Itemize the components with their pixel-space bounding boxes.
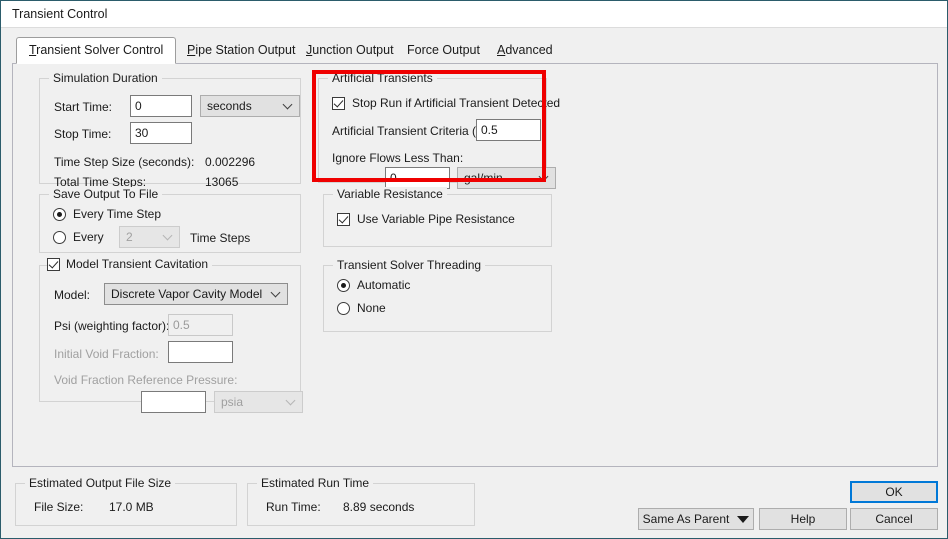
dropdown-arrow-icon: [737, 515, 750, 523]
radio-icon: [337, 301, 350, 315]
tab-transient-solver-control[interactable]: Transient Solver Control: [16, 37, 177, 64]
start-time-input[interactable]: 0: [130, 95, 192, 117]
button-label: Same As Parent: [642, 512, 730, 526]
group-legend: Variable Resistance: [333, 187, 447, 201]
radio-every-time-step[interactable]: Every Time Step: [53, 207, 161, 221]
group-variable-resistance: Variable Resistance Use Variable Pipe Re…: [323, 187, 552, 247]
model-label: Model:: [54, 288, 91, 302]
group-model-transient-cavitation: Model Transient Cavitation Model: Discre…: [39, 257, 303, 413]
ignore-flows-units-combo[interactable]: gal/min: [457, 167, 556, 189]
radio-label: Every Time Step: [73, 207, 162, 221]
group-transient-solver-threading: Transient Solver Threading Automatic Non…: [323, 258, 552, 332]
group-legend: Estimated Output File Size: [25, 476, 176, 490]
time-step-size-value: 0.002296: [205, 155, 256, 169]
combo-value: seconds: [207, 99, 252, 113]
run-time-label: Run Time:: [266, 500, 321, 514]
void-fraction-ref-pressure-input[interactable]: [141, 391, 206, 413]
button-label: Help: [790, 512, 816, 526]
chevron-down-icon: [287, 397, 295, 405]
start-time-label: Start Time:: [54, 100, 113, 114]
time-step-size-label: Time Step Size (seconds):: [54, 155, 195, 169]
checkbox-use-variable-pipe-resistance[interactable]: Use Variable Pipe Resistance: [337, 212, 515, 226]
chevron-down-icon: [284, 101, 292, 109]
void-fraction-ref-pressure-units-combo[interactable]: psia: [214, 391, 303, 413]
ignore-flows-less-than-label: Ignore Flows Less Than:: [332, 151, 464, 165]
stop-time-label: Stop Time:: [54, 127, 112, 141]
combo-value: gal/min: [464, 171, 503, 185]
radio-label: Automatic: [357, 278, 411, 292]
tab-force-output[interactable]: Force Output: [395, 38, 492, 64]
group-legend: Save Output To File: [49, 187, 163, 201]
group-legend-label: Model Transient Cavitation: [66, 257, 209, 271]
checkbox-stop-run-if-artificial-transient-detected[interactable]: Stop Run if Artificial Transient Detecte…: [332, 96, 560, 110]
run-time-value: 8.89 seconds: [343, 500, 415, 514]
checkbox-icon: [337, 212, 350, 226]
tab-label: ransient Solver Control: [36, 43, 164, 57]
chevron-down-icon: [164, 232, 172, 240]
radio-icon: [53, 230, 66, 244]
group-legend: Transient Solver Threading: [333, 258, 486, 272]
radio-threading-none[interactable]: None: [337, 301, 386, 315]
psi-label: Psi (weighting factor):: [54, 319, 170, 333]
chevron-down-icon: [540, 173, 548, 181]
group-estimated-run-time: Estimated Run Time Run Time: 8.89 second…: [247, 476, 475, 526]
tab-label: unction Output: [312, 43, 394, 57]
tab-advanced[interactable]: Advanced: [485, 38, 565, 64]
initial-void-fraction-label: Initial Void Fraction:: [54, 347, 159, 361]
every-n-combo[interactable]: 2: [119, 226, 180, 248]
artificial-transient-criteria-label: Artificial Transient Criteria (%):: [332, 124, 495, 138]
file-size-label: File Size:: [34, 500, 84, 514]
radio-threading-automatic[interactable]: Automatic: [337, 278, 410, 292]
radio-every-n[interactable]: Every: [53, 230, 104, 244]
group-legend: Simulation Duration: [49, 71, 162, 85]
help-button[interactable]: Help: [759, 508, 847, 530]
group-legend-cavitation[interactable]: Model Transient Cavitation: [47, 257, 213, 271]
tab-label: Force Output: [407, 43, 480, 57]
tab-junction-output[interactable]: Junction Output: [294, 38, 406, 64]
group-save-output-to-file: Save Output To File Every Time Step Ever…: [39, 187, 301, 253]
combo-value: 2: [126, 230, 133, 244]
transient-control-dialog: Transient Control Transient Solver Contr…: [0, 0, 948, 539]
group-estimated-output-file-size: Estimated Output File Size File Size: 17…: [15, 476, 237, 526]
initial-void-fraction-input[interactable]: [168, 341, 233, 363]
time-steps-label: Time Steps: [190, 231, 251, 245]
checkbox-label: Use Variable Pipe Resistance: [357, 212, 515, 226]
psi-input[interactable]: 0.5: [168, 314, 233, 336]
ok-button[interactable]: OK: [850, 481, 938, 503]
group-legend: Estimated Run Time: [257, 476, 374, 490]
stop-time-input[interactable]: 30: [130, 122, 192, 144]
checkbox-icon: [332, 96, 345, 110]
void-fraction-ref-pressure-label: Void Fraction Reference Pressure:: [54, 373, 238, 387]
radio-icon: [53, 207, 66, 221]
chevron-down-icon: [272, 289, 280, 297]
total-time-steps-value: 13065: [205, 175, 239, 189]
radio-label: None: [357, 301, 386, 315]
checkbox-icon: [47, 257, 60, 271]
tab-page-transient-solver-control: Simulation Duration Start Time: 0 second…: [12, 63, 938, 467]
title-bar: Transient Control: [1, 0, 947, 28]
radio-label: Every: [73, 230, 104, 244]
checkbox-label: Stop Run if Artificial Transient Detecte…: [352, 96, 561, 110]
tab-pipe-station-output[interactable]: Pipe Station Output: [175, 38, 307, 64]
cancel-button[interactable]: Cancel: [850, 508, 938, 530]
tab-label: dvanced: [505, 43, 553, 57]
tab-strip: Transient Solver Control Pipe Station Ou…: [12, 37, 938, 64]
button-label: Cancel: [875, 512, 913, 526]
ignore-flows-input[interactable]: 0: [385, 167, 450, 189]
button-label: OK: [885, 485, 903, 499]
group-simulation-duration: Simulation Duration Start Time: 0 second…: [39, 71, 301, 189]
tab-label: ipe Station Output: [195, 43, 296, 57]
combo-value: psia: [221, 395, 244, 409]
group-artificial-transients: Artificial Transients Stop Run if Artifi…: [318, 71, 560, 189]
window-title: Transient Control: [12, 7, 108, 21]
combo-value: Discrete Vapor Cavity Model: [111, 287, 263, 301]
cavitation-model-combo[interactable]: Discrete Vapor Cavity Model: [104, 283, 288, 305]
group-legend: Artificial Transients: [328, 71, 437, 85]
file-size-value: 17.0 MB: [109, 500, 154, 514]
same-as-parent-button[interactable]: Same As Parent: [638, 508, 754, 530]
artificial-transient-criteria-input[interactable]: 0.5: [476, 119, 541, 141]
start-time-units-combo[interactable]: seconds: [200, 95, 300, 117]
radio-icon: [337, 278, 350, 292]
